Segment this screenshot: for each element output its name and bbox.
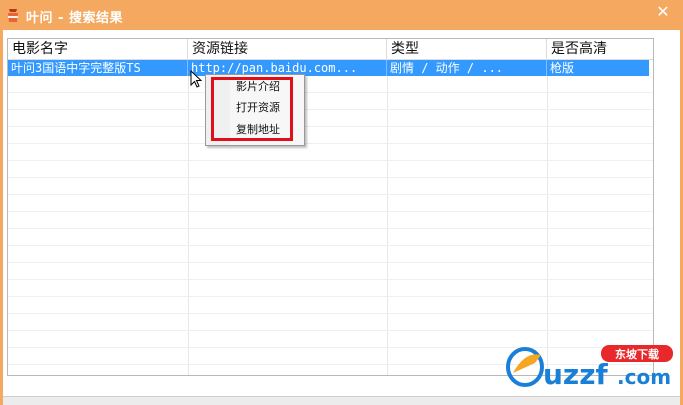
row-divider (8, 330, 653, 331)
column-header-hd[interactable]: 是否高清 (547, 39, 653, 59)
results-table[interactable]: 电影名字 资源链接 类型 是否高清 叶问3国语中字完整版TS http://pa… (7, 38, 654, 376)
context-menu: 影片介绍 打开资源 复制地址 (205, 74, 305, 146)
row-divider (8, 279, 653, 280)
app-icon (8, 9, 18, 22)
row-divider (8, 245, 653, 246)
row-divider (8, 262, 653, 263)
empty-rows (8, 76, 653, 375)
cell-hd[interactable]: 枪版 (547, 60, 649, 76)
row-divider (8, 211, 653, 212)
column-divider (188, 76, 189, 375)
uzzf-logo: 东坡下载 uzzf .com (506, 345, 673, 391)
row-divider (8, 296, 653, 297)
column-divider (387, 76, 388, 375)
mouse-pointer-icon (190, 70, 202, 88)
table-header: 电影名字 资源链接 类型 是否高清 (8, 39, 653, 60)
row-divider (8, 126, 653, 127)
svg-text:uzzf: uzzf (543, 358, 609, 391)
row-divider (8, 228, 653, 229)
row-divider (8, 313, 653, 314)
column-header-resource-link[interactable]: 资源链接 (188, 39, 387, 59)
row-divider (8, 109, 653, 110)
row-divider (8, 143, 653, 144)
table-row[interactable]: 叶问3国语中字完整版TS http://pan.baidu.com... 剧情 … (8, 60, 649, 76)
row-divider (8, 92, 653, 93)
column-header-movie-name[interactable]: 电影名字 (8, 39, 188, 59)
window-title: 叶问 - 搜索结果 (26, 11, 123, 26)
row-divider (8, 160, 653, 161)
window-titlebar[interactable]: 叶问 - 搜索结果 ✕ (0, 0, 683, 30)
column-header-genre[interactable]: 类型 (387, 39, 547, 59)
cell-genre[interactable]: 剧情 / 动作 / ... (387, 60, 547, 76)
annotation-highlight-box (211, 77, 293, 141)
svg-text:东坡下载: 东坡下载 (615, 347, 659, 361)
column-divider (547, 76, 548, 375)
cell-movie-name[interactable]: 叶问3国语中字完整版TS (8, 60, 188, 76)
close-icon[interactable]: ✕ (655, 4, 671, 20)
row-divider (8, 194, 653, 195)
svg-text:.com: .com (617, 365, 671, 389)
row-divider (8, 177, 653, 178)
